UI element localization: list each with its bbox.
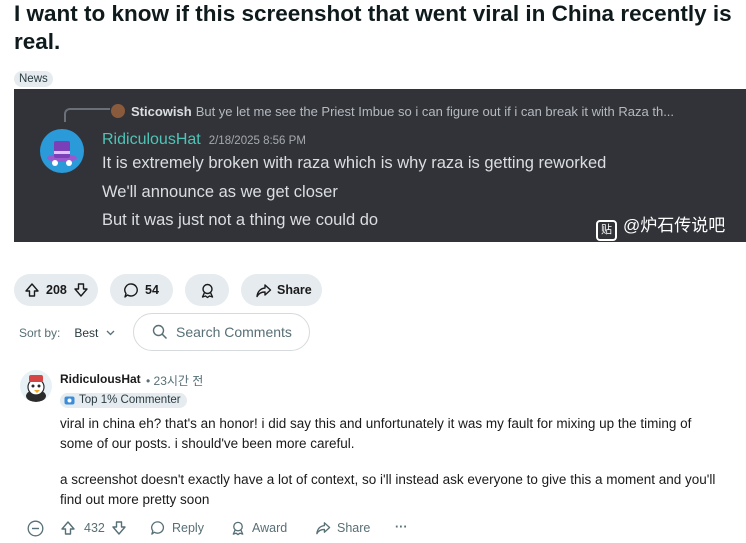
tieba-icon: 贴 [596,220,617,241]
discord-avatar [40,129,84,173]
comment-text-line: find out more pretty soon [60,492,210,507]
comment-icon [123,282,140,299]
comment-icon [150,520,166,536]
reply-text: But ye let me see the Priest Imbue so i … [195,104,675,119]
reply-author: Sticowish [131,104,192,119]
comment-text-line: a screenshot doesn't exactly have a lot … [60,472,716,487]
reply-connector [64,108,110,122]
share-icon [315,520,331,536]
comment-score: 432 [84,521,105,535]
reply-avatar-icon [111,104,125,118]
badge-icon [64,395,75,406]
share-button[interactable]: Share [315,520,370,536]
reply-button[interactable]: Reply [150,520,204,536]
upvote-icon[interactable] [24,282,40,298]
discord-timestamp: 2/18/2025 8:56 PM [208,135,306,147]
search-icon [152,324,168,340]
award-icon [230,520,246,536]
comment-time: • 23시간 전 [146,374,204,388]
upvote-icon[interactable] [60,520,76,536]
sort-value: Best [74,326,99,340]
discord-author: RidiculousHat 2/18/2025 8:56 PM [102,131,306,148]
award-button[interactable] [185,274,229,306]
award-button[interactable]: Award [230,520,287,536]
downvote-icon[interactable] [111,520,127,536]
post-flair[interactable]: News [14,71,53,87]
discord-message-line: It is extremely broken with raza which i… [102,154,607,172]
discord-message-line: We'll announce as we get closer [102,183,338,201]
collapse-button[interactable] [27,520,44,537]
share-button[interactable]: Share [241,274,322,306]
status-badge: Top 1% Commenter [60,393,187,408]
share-icon [255,282,272,299]
comments-button[interactable]: 54 [110,274,173,306]
more-options-button[interactable]: ··· [395,520,408,534]
search-input[interactable] [176,324,316,340]
comment-text-line: some of our posts. i should've been more… [60,436,355,451]
post-score: 208 [46,283,67,297]
post-vote-bar: 208 [14,274,98,306]
avatar[interactable] [20,370,52,402]
reply-label: Reply [172,521,204,535]
share-label: Share [277,283,312,297]
comment-count: 54 [145,283,159,297]
comment-author[interactable]: RidiculousHat [60,372,141,386]
post-image[interactable]: Sticowish But ye let me see the Priest Im… [14,89,746,242]
downvote-icon[interactable] [73,282,89,298]
award-icon [199,282,216,299]
share-label: Share [337,521,371,535]
sort-label: Sort by: [19,326,61,340]
comment-text-line: viral in china eh? that's an honor! i di… [60,416,692,431]
watermark: 贴 @炉石传说吧 [596,211,725,241]
search-comments[interactable] [133,313,316,351]
collapse-icon [27,520,44,537]
chevron-down-icon [106,326,115,340]
comment-vote-bar: 432 [60,520,127,536]
post-title: I want to know if this screenshot that w… [14,1,732,54]
discord-reply-reference: Sticowish But ye let me see the Priest Im… [111,104,674,119]
sort-dropdown[interactable]: Sort by: Best [19,326,115,340]
award-label: Award [252,521,288,535]
discord-message-line: But it was just not a thing we could do [102,211,379,229]
